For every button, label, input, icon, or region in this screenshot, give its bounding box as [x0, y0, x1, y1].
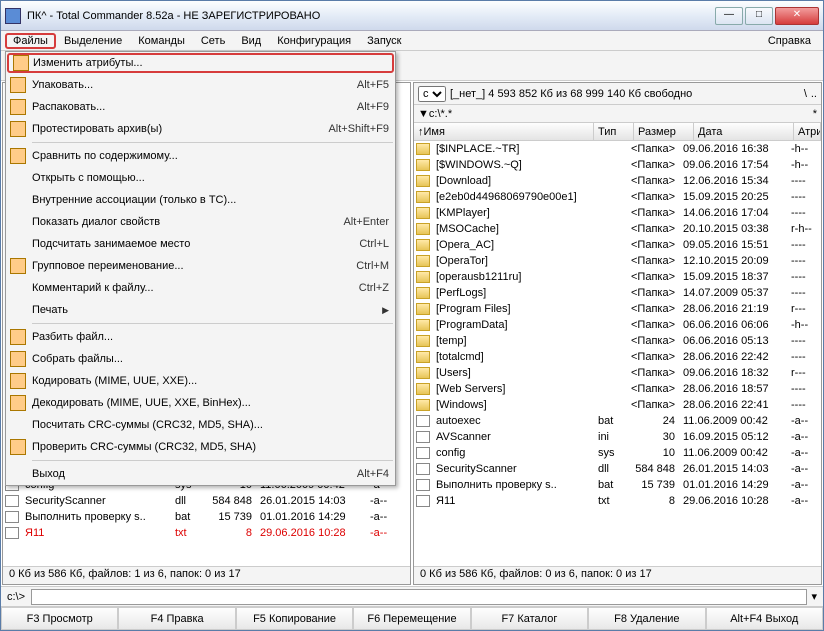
file-row[interactable]: [Program Files]<Папка>28.06.2016 21:19r-… [414, 301, 821, 317]
file-row[interactable]: Я11txt829.06.2016 10:28-a-- [414, 493, 821, 509]
menu-item[interactable]: Упаковать...Alt+F5 [6, 74, 395, 96]
file-row[interactable]: [MSOCache]<Папка>20.10.2015 03:38r-h-- [414, 221, 821, 237]
menu-item[interactable]: Сравнить по содержимому... [6, 145, 395, 167]
file-row[interactable]: Я11txt829.06.2016 10:28-a-- [3, 525, 410, 541]
menu-view[interactable]: Вид [233, 33, 269, 49]
file-row[interactable]: [Download]<Папка>12.06.2016 15:34---- [414, 173, 821, 189]
file-row[interactable]: [OperaTor]<Папка>12.10.2015 20:09---- [414, 253, 821, 269]
menu-item[interactable]: Протестировать архив(ы)Alt+Shift+F9 [6, 118, 395, 140]
root-button[interactable]: \ [804, 88, 807, 100]
file-row[interactable]: Выполнить проверку s..bat15 73901.01.201… [3, 509, 410, 525]
menu-item[interactable]: Разбить файл... [6, 326, 395, 348]
f8-button[interactable]: F8 Удаление [588, 607, 705, 630]
menu-item[interactable]: Групповое переименование...Ctrl+M [6, 255, 395, 277]
menu-item[interactable]: Декодировать (MIME, UUE, XXE, BinHex)... [6, 392, 395, 414]
minimize-button[interactable]: — [715, 7, 743, 25]
file-row[interactable]: [operausb1211ru]<Папка>15.09.2015 18:37-… [414, 269, 821, 285]
file-row[interactable]: SecurityScannerdll584 84826.01.2015 14:0… [3, 493, 410, 509]
right-drivebar: c [_нет_] 4 593 852 Кб из 68 999 140 Кб … [414, 83, 821, 105]
drive-select[interactable]: c [418, 86, 446, 102]
file-row[interactable]: autoexecbat2411.06.2009 00:42-a-- [414, 413, 821, 429]
drive-space: [_нет_] 4 593 852 Кб из 68 999 140 Кб св… [450, 88, 800, 100]
f6-button[interactable]: F6 Перемещение [353, 607, 470, 630]
file-row[interactable]: [totalcmd]<Папка>28.06.2016 22:42---- [414, 349, 821, 365]
file-row[interactable]: [$WINDOWS.~Q]<Папка>09.06.2016 17:54-h-- [414, 157, 821, 173]
f4-button[interactable]: F4 Правка [118, 607, 235, 630]
menu-item[interactable]: Подсчитать занимаемое местоCtrl+L [6, 233, 395, 255]
file-row[interactable]: Выполнить проверку s..bat15 73901.01.201… [414, 477, 821, 493]
file-row[interactable]: [e2eb0d44968069790e00e1]<Папка>15.09.201… [414, 189, 821, 205]
cmd-prompt: c:\> [7, 591, 25, 603]
menu-item[interactable]: Кодировать (MIME, UUE, XXE)... [6, 370, 395, 392]
file-row[interactable]: [Web Servers]<Папка>28.06.2016 18:57---- [414, 381, 821, 397]
f3-button[interactable]: F3 Просмотр [1, 607, 118, 630]
menu-item[interactable]: Показать диалог свойствAlt+Enter [6, 211, 395, 233]
file-row[interactable]: [Opera_AC]<Папка>09.05.2016 15:51---- [414, 237, 821, 253]
cmd-input[interactable] [31, 589, 807, 605]
menu-item[interactable]: Проверить CRC-суммы (CRC32, MD5, SHA) [6, 436, 395, 458]
menu-item[interactable]: Собрать файлы... [6, 348, 395, 370]
menu-item[interactable]: Изменить атрибуты... [7, 53, 394, 73]
right-file-list[interactable]: [$INPLACE.~TR]<Папка>09.06.2016 16:38-h-… [414, 141, 821, 566]
menu-item[interactable]: Печать▶ [6, 299, 395, 321]
file-row[interactable]: SecurityScannerdll584 84826.01.2015 14:0… [414, 461, 821, 477]
file-row[interactable]: [temp]<Папка>06.06.2016 05:13---- [414, 333, 821, 349]
menu-item[interactable]: Открыть с помощью... [6, 167, 395, 189]
left-status: 0 Кб из 586 Кб, файлов: 1 из 6, папок: 0… [3, 566, 410, 584]
menu-files[interactable]: Файлы [5, 33, 56, 49]
file-row[interactable]: [$INPLACE.~TR]<Папка>09.06.2016 16:38-h-… [414, 141, 821, 157]
up-button[interactable]: .. [811, 88, 817, 100]
menu-item[interactable]: Посчитать CRC-суммы (CRC32, MD5, SHA)... [6, 414, 395, 436]
menu-item[interactable]: Внутренние ассоциации (только в TC)... [6, 189, 395, 211]
close-button[interactable]: ✕ [775, 7, 819, 25]
f5-button[interactable]: F5 Копирование [236, 607, 353, 630]
file-row[interactable]: [Windows]<Папка>28.06.2016 22:41---- [414, 397, 821, 413]
path-arrow[interactable]: ▼ [418, 108, 429, 120]
menu-config[interactable]: Конфигурация [269, 33, 359, 49]
function-bar: F3 Просмотр F4 Правка F5 Копирование F6 … [1, 606, 823, 630]
file-row[interactable]: [KMPlayer]<Папка>14.06.2016 17:04---- [414, 205, 821, 221]
right-path[interactable]: c:\*.* [429, 108, 813, 120]
main-window: ПК^ - Total Commander 8.52a - НЕ ЗАРЕГИС… [0, 0, 824, 631]
titlebar: ПК^ - Total Commander 8.52a - НЕ ЗАРЕГИС… [1, 1, 823, 31]
cmd-dropdown[interactable]: ▾ [811, 590, 817, 603]
file-row[interactable]: configsys1011.06.2009 00:42-a-- [414, 445, 821, 461]
menu-net[interactable]: Сеть [193, 33, 233, 49]
menu-help[interactable]: Справка [760, 33, 819, 49]
menu-selection[interactable]: Выделение [56, 33, 130, 49]
menu-commands[interactable]: Команды [130, 33, 193, 49]
right-status: 0 Кб из 586 Кб, файлов: 0 из 6, папок: 0… [414, 566, 821, 584]
menu-item[interactable]: Распаковать...Alt+F9 [6, 96, 395, 118]
right-pathbar: ▼ c:\*.* * [414, 105, 821, 123]
altf4-button[interactable]: Alt+F4 Выход [706, 607, 823, 630]
file-row[interactable]: AVScannerini3016.09.2015 05:12-a-- [414, 429, 821, 445]
maximize-button[interactable]: □ [745, 7, 773, 25]
star-button[interactable]: * [813, 108, 817, 120]
menu-item[interactable]: Комментарий к файлу...Ctrl+Z [6, 277, 395, 299]
files-dropdown: Изменить атрибуты...Упаковать...Alt+F5Ра… [5, 51, 396, 486]
command-line: c:\> ▾ [1, 586, 823, 606]
file-row[interactable]: [Users]<Папка>09.06.2016 18:32r--- [414, 365, 821, 381]
file-row[interactable]: [PerfLogs]<Папка>14.07.2009 05:37---- [414, 285, 821, 301]
file-row[interactable]: [ProgramData]<Папка>06.06.2016 06:06-h-- [414, 317, 821, 333]
right-pane: c [_нет_] 4 593 852 Кб из 68 999 140 Кб … [413, 82, 822, 585]
right-columns[interactable]: ↑ Имя Тип Размер Дата Атриб [414, 123, 821, 141]
app-icon [5, 8, 21, 24]
window-title: ПК^ - Total Commander 8.52a - НЕ ЗАРЕГИС… [27, 10, 715, 22]
menu-item[interactable]: ВыходAlt+F4 [6, 463, 395, 485]
f7-button[interactable]: F7 Каталог [471, 607, 588, 630]
menu-start[interactable]: Запуск [359, 33, 409, 49]
menubar: Файлы Выделение Команды Сеть Вид Конфигу… [1, 31, 823, 51]
